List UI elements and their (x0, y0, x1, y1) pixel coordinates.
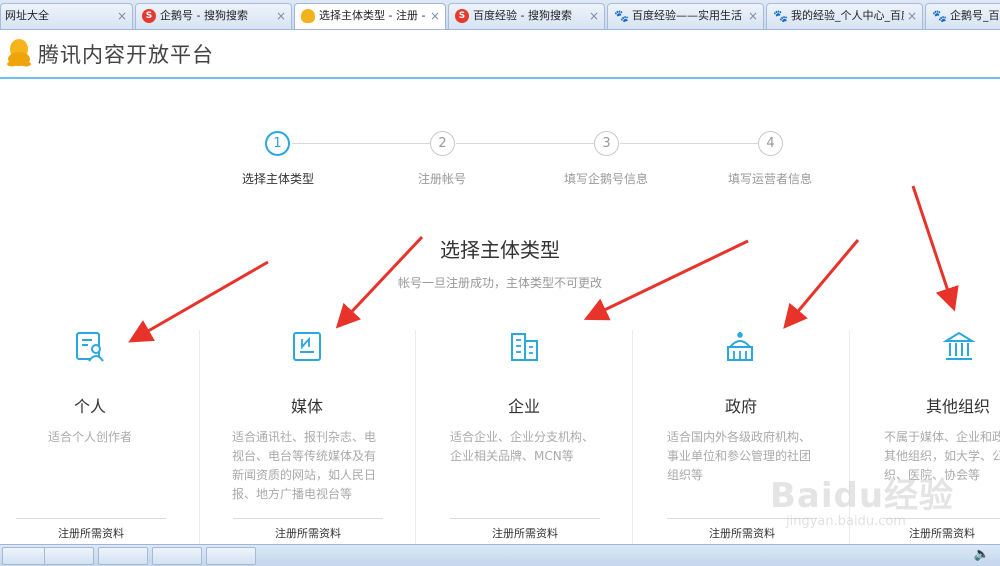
registration-stepper: 1 选择主体类型 2 注册帐号 3 填写企鹅号信息 4 填写运营者信息 (0, 128, 1000, 188)
close-icon[interactable]: × (589, 4, 599, 28)
sogou-icon: S (142, 9, 156, 23)
speaker-icon[interactable]: 🔈 (974, 547, 990, 562)
taskbar-button[interactable] (98, 547, 148, 565)
step-1-circle: 1 (265, 131, 290, 156)
card-description: 不属于媒体、企业和政府的其他组织，如大学、公益组织、医院、协会等 (884, 430, 1000, 482)
step-4-label: 填写运营者信息 (727, 172, 812, 186)
tab-label: 企鹅号_百度 (950, 9, 1000, 22)
card-personal[interactable]: 个人 适合个人创作者 注册所需资料 (0, 330, 217, 545)
required-docs-link[interactable]: 注册所需资料 (16, 518, 166, 541)
step-3-label: 填写企鹅号信息 (563, 172, 648, 186)
taskbar: 🔈 (0, 544, 1000, 566)
baidu-paw-icon: 🐾 (932, 9, 947, 23)
card-description: 适合企业、企业分支机构、企业相关品牌、MCN等 (450, 430, 595, 463)
tab-2-active[interactable]: 选择主体类型 - 注册 - 腾 × (294, 3, 446, 29)
step-2-circle: 2 (430, 131, 455, 156)
tab-5[interactable]: 🐾 我的经验_个人中心_百度 × (766, 3, 923, 29)
tab-label: 百度经验 - 搜狗搜索 (473, 9, 572, 22)
taskbar-button[interactable] (206, 547, 256, 565)
baidu-paw-icon: 🐾 (614, 9, 629, 23)
tab-label: 百度经验——实用生活 (632, 9, 742, 22)
taskbar-button[interactable] (152, 547, 202, 565)
tab-label: 我的经验_个人中心_百度 (791, 9, 904, 22)
card-title: 媒体 (290, 397, 323, 416)
required-docs-link[interactable]: 注册所需资料 (233, 518, 383, 541)
penguin-icon (301, 9, 315, 23)
card-title: 个人 (73, 397, 106, 416)
person-id-icon (76, 332, 104, 362)
step-connector (456, 143, 594, 144)
tab-3[interactable]: S 百度经验 - 搜狗搜索 × (448, 3, 605, 29)
card-description: 适合国内外各级政府机构、事业单位和参公管理的社团组织等 (667, 430, 812, 482)
step-1-label: 选择主体类型 (241, 172, 314, 186)
section-title: 选择主体类型 (440, 238, 560, 262)
section-subtitle: 帐号一旦注册成功，主体类型不可更改 (397, 276, 602, 290)
government-dome-icon (727, 332, 753, 361)
step-4-circle: 4 (758, 131, 783, 156)
tab-label: 企鹅号 - 搜狗搜索 (160, 9, 248, 22)
required-docs-link[interactable]: 注册所需资料 (667, 518, 817, 541)
card-description: 适合个人创作者 (48, 430, 133, 444)
sogou-icon: S (455, 9, 469, 23)
required-docs-link[interactable]: 注册所需资料 (450, 518, 600, 541)
tab-label: 选择主体类型 - 注册 - 腾 (319, 9, 427, 22)
penguin-icon[interactable] (6, 37, 32, 67)
office-building-icon (511, 333, 538, 361)
step-connector (620, 143, 758, 144)
card-media[interactable]: 媒体 适合通讯社、报刊杂志、电视台、电台等传统媒体及有新闻资质的网站，如人民日报… (200, 330, 417, 545)
close-icon[interactable]: × (907, 4, 917, 28)
card-title: 政府 (724, 397, 757, 416)
newspaper-icon (293, 332, 321, 361)
taskbar-button[interactable] (44, 547, 94, 565)
tab-0[interactable]: 网址大全 × (0, 3, 133, 29)
card-enterprise[interactable]: 企业 适合企业、企业分支机构、企业相关品牌、MCN等 注册所需资料 (416, 330, 633, 545)
institution-columns-icon (943, 331, 975, 360)
card-title: 其他组织 (925, 397, 990, 416)
card-title: 企业 (507, 397, 540, 416)
card-government[interactable]: 政府 适合国内外各级政府机构、事业单位和参公管理的社团组织等 注册所需资料 (633, 330, 850, 545)
tab-6[interactable]: 🐾 企鹅号_百度 (925, 3, 1000, 29)
tab-1[interactable]: S 企鹅号 - 搜狗搜索 × (135, 3, 292, 29)
close-icon[interactable]: × (117, 4, 127, 28)
card-other-organization[interactable]: 其他组织 不属于媒体、企业和政府的其他组织，如大学、公益组织、医院、协会等 注册… (850, 330, 1000, 545)
step-connector (292, 143, 430, 144)
browser-tab-strip: 网址大全 × S 企鹅号 - 搜狗搜索 × 选择主体类型 - 注册 - 腾 × … (0, 0, 1000, 30)
step-2-label: 注册帐号 (417, 172, 466, 186)
card-description: 适合通讯社、报刊杂志、电视台、电台等传统媒体及有新闻资质的网站，如人民日报、地方… (232, 430, 377, 501)
tab-label: 网址大全 (5, 9, 49, 22)
step-3-circle: 3 (594, 131, 619, 156)
close-icon[interactable]: × (276, 4, 286, 28)
baidu-paw-icon: 🐾 (773, 9, 788, 23)
close-icon[interactable]: × (430, 4, 440, 28)
required-docs-link[interactable]: 注册所需资料 (884, 518, 1000, 541)
page-header: 腾讯内容开放平台 (0, 30, 1000, 79)
tab-4[interactable]: 🐾 百度经验——实用生活 × (607, 3, 764, 29)
site-title[interactable]: 腾讯内容开放平台 (38, 39, 214, 69)
close-icon[interactable]: × (748, 4, 758, 28)
